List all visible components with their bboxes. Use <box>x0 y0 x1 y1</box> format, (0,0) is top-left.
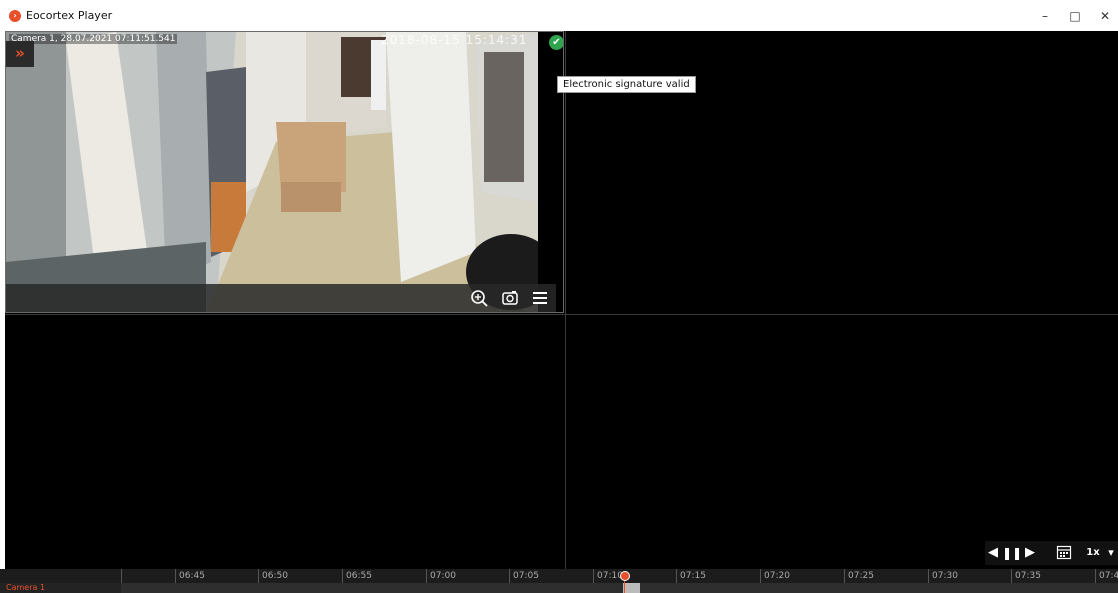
timeline-tick: 06:50 <box>258 569 288 583</box>
grid-divider-vertical <box>565 31 566 569</box>
minimize-button[interactable]: – <box>1034 6 1056 26</box>
timeline-divider <box>121 569 122 583</box>
signature-tooltip: Electronic signature valid <box>557 76 696 93</box>
timeline-tick: 07:15 <box>676 569 706 583</box>
camera-label: Camera 1, 28.07.2021 07:11:51.541 <box>9 34 178 44</box>
timeline-tick: 07:30 <box>928 569 958 583</box>
timeline-tick: 07:25 <box>844 569 874 583</box>
maximize-button[interactable]: □ <box>1064 6 1086 26</box>
camera-cell-4[interactable] <box>566 316 1118 569</box>
camera-cell-3[interactable] <box>5 316 564 569</box>
timeline-tick: 06:45 <box>175 569 205 583</box>
app-logo-icon: › <box>9 10 21 22</box>
playhead-marker[interactable] <box>620 571 630 581</box>
camera-grid: Camera 1, 28.07.2021 07:11:51.541 2018-0… <box>5 31 1118 569</box>
timeline-tick: 06:55 <box>342 569 372 583</box>
pause-icon[interactable]: ❚❚ <box>1002 544 1022 562</box>
chevron-down-icon[interactable]: ▾ <box>1105 544 1117 562</box>
grid-divider-horizontal <box>5 314 1118 315</box>
close-button[interactable]: ✕ <box>1094 6 1116 26</box>
playhead-line <box>624 580 625 593</box>
track-label: Camera 1 <box>0 583 121 593</box>
camera-toolbar <box>6 284 556 312</box>
timeline-tick: 07:10 <box>593 569 623 583</box>
window-title: Eocortex Player <box>26 9 113 22</box>
zoom-icon[interactable] <box>469 289 489 309</box>
camera-video-frame[interactable]: Camera 1, 28.07.2021 07:11:51.541 2018-0… <box>6 32 538 312</box>
playback-controls: ◀ ❚❚ ▶ 1x ▾ <box>985 541 1118 565</box>
timeline-scale[interactable]: 06:45 06:50 06:55 07:00 07:05 07:10 07:1… <box>0 569 1118 583</box>
title-bar: › Eocortex Player – □ ✕ <box>0 0 1118 31</box>
timeline-tick: 07:20 <box>760 569 790 583</box>
video-timestamp-overlay: 2018-08-15 15:14:31 <box>381 33 528 47</box>
camera-cell-1[interactable]: Camera 1, 28.07.2021 07:11:51.541 2018-0… <box>5 31 564 313</box>
playback-speed[interactable]: 1x <box>1085 544 1101 562</box>
timeline-track[interactable] <box>0 583 1118 593</box>
timeline-scrub-handle[interactable] <box>623 583 640 593</box>
prev-icon[interactable]: ◀ <box>985 544 1001 562</box>
snapshot-icon[interactable] <box>500 289 520 309</box>
expand-icon[interactable]: » <box>6 41 34 67</box>
camera-cell-2[interactable] <box>566 31 1118 313</box>
timeline-tick: 07:05 <box>509 569 539 583</box>
next-icon[interactable]: ▶ <box>1022 544 1038 562</box>
timeline-tick: 07:35 <box>1011 569 1041 583</box>
calendar-icon[interactable] <box>1055 544 1073 566</box>
timeline-tick: 07:00 <box>426 569 456 583</box>
signature-valid-icon[interactable]: ✔ <box>549 35 563 50</box>
timeline-tick: 07:40 <box>1095 569 1118 583</box>
menu-icon[interactable] <box>530 289 550 309</box>
office-corridor-image <box>6 32 538 312</box>
